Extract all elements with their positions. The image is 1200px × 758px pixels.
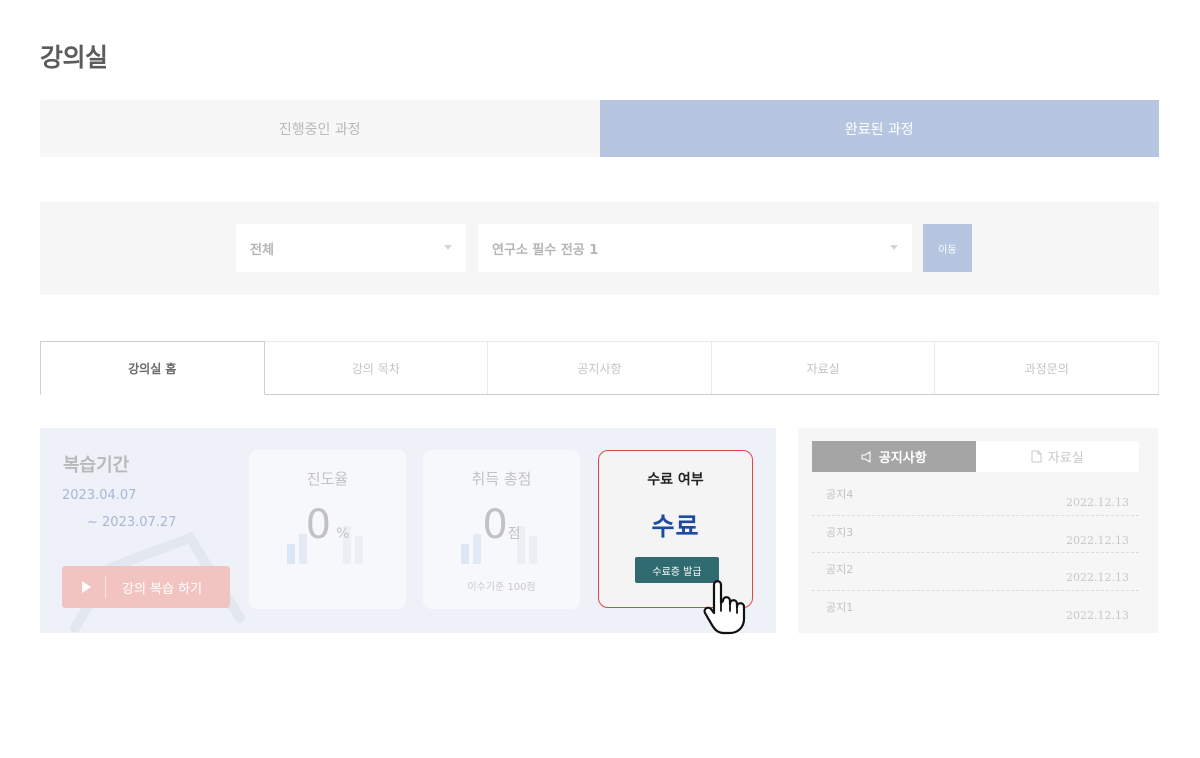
progress-card: 진도율 0 % bbox=[249, 450, 406, 609]
tab-lecture-contents[interactable]: 강의 목차 bbox=[264, 341, 489, 394]
divider bbox=[105, 576, 106, 598]
tab-completed[interactable]: 완료된 과정 bbox=[599, 100, 1159, 157]
completion-criteria: 이수기준 100점 bbox=[467, 582, 536, 593]
notice-tabs: 공지사항 자료실 bbox=[812, 441, 1139, 472]
notice-date: 2022.12.13 bbox=[1066, 608, 1129, 622]
list-item[interactable]: 공지1 2022.12.13 bbox=[812, 591, 1139, 629]
review-period-label: 복습기간 bbox=[63, 455, 130, 476]
notice-date: 2022.12.13 bbox=[1066, 496, 1129, 509]
document-icon bbox=[1031, 450, 1042, 463]
notice-title: 공지2 bbox=[826, 563, 854, 576]
course-select-value: 연구소 필수 전공 1 bbox=[492, 242, 599, 258]
review-start-date: 2023.04.07 bbox=[62, 488, 137, 503]
progress-value: 0 % bbox=[249, 502, 406, 548]
tab-notice-label: 공지사항 bbox=[878, 451, 927, 466]
progress-unit: % bbox=[336, 526, 350, 542]
completion-status: 수료 bbox=[651, 512, 700, 541]
notice-panel: 공지사항 자료실 공지4 2022.12.13 공지3 2022.12.13 공… bbox=[798, 428, 1158, 633]
dropdown-arrow-icon bbox=[444, 245, 452, 250]
filter-bar: 전체 연구소 필수 전공 1 이동 bbox=[40, 202, 1159, 295]
list-item[interactable]: 공지4 2022.12.13 bbox=[812, 478, 1139, 516]
tab-resources[interactable]: 자료실 bbox=[711, 341, 936, 394]
notice-title: 공지1 bbox=[826, 600, 854, 614]
notice-title: 공지3 bbox=[826, 525, 854, 539]
play-icon bbox=[82, 581, 91, 593]
list-item[interactable]: 공지3 2022.12.13 bbox=[812, 516, 1139, 553]
score-card: 취득 총점 0점 이수기준 100점 bbox=[423, 450, 580, 609]
tab-notice[interactable]: 공지사항 bbox=[812, 441, 976, 472]
course-select[interactable]: 연구소 필수 전공 1 bbox=[478, 224, 912, 272]
study-panel: 복습기간 2023.04.07 ~ 2023.07.27 강의 복습 하기 진도… bbox=[40, 428, 776, 633]
tab-archive-label: 자료실 bbox=[1047, 451, 1084, 466]
move-button[interactable]: 이동 bbox=[923, 224, 972, 272]
completion-label: 수료 여부 bbox=[647, 472, 704, 488]
megaphone-icon bbox=[861, 450, 871, 463]
review-lecture-button[interactable]: 강의 복습 하기 bbox=[62, 566, 230, 608]
progress-label: 진도율 bbox=[306, 470, 349, 488]
score-value: 0점 bbox=[423, 502, 580, 548]
page-title: 강의실 bbox=[40, 43, 108, 72]
category-select-value: 전체 bbox=[250, 242, 274, 258]
tab-in-progress[interactable]: 진행중인 과정 bbox=[40, 100, 600, 157]
score-number: 0 bbox=[482, 502, 508, 548]
notice-list: 공지4 2022.12.13 공지3 2022.12.13 공지2 2022.1… bbox=[812, 478, 1139, 628]
tab-notices[interactable]: 공지사항 bbox=[488, 341, 712, 394]
tab-archive[interactable]: 자료실 bbox=[975, 441, 1139, 472]
score-unit: 점 bbox=[507, 526, 521, 542]
score-label: 취득 총점 bbox=[471, 470, 532, 488]
tab-course-inquiry[interactable]: 과정문의 bbox=[935, 341, 1159, 394]
review-end-date: ~ 2023.07.27 bbox=[87, 515, 177, 530]
dropdown-arrow-icon bbox=[890, 245, 898, 250]
list-item[interactable]: 공지2 2022.12.13 bbox=[812, 553, 1139, 591]
category-select[interactable]: 전체 bbox=[236, 224, 466, 272]
main-tabs: 진행중인 과정 완료된 과정 bbox=[40, 100, 1159, 157]
review-lecture-label: 강의 복습 하기 bbox=[122, 581, 203, 597]
tab-classroom-home[interactable]: 강의실 홈 bbox=[40, 341, 265, 395]
notice-date: 2022.12.13 bbox=[1066, 533, 1129, 547]
pointer-hand-icon bbox=[703, 580, 746, 635]
notice-date: 2022.12.13 bbox=[1066, 571, 1129, 584]
progress-number: 0 bbox=[305, 502, 332, 548]
notice-title: 공지4 bbox=[826, 488, 854, 501]
sub-tabs: 강의실 홈 강의 목차 공지사항 자료실 과정문의 bbox=[40, 341, 1159, 395]
